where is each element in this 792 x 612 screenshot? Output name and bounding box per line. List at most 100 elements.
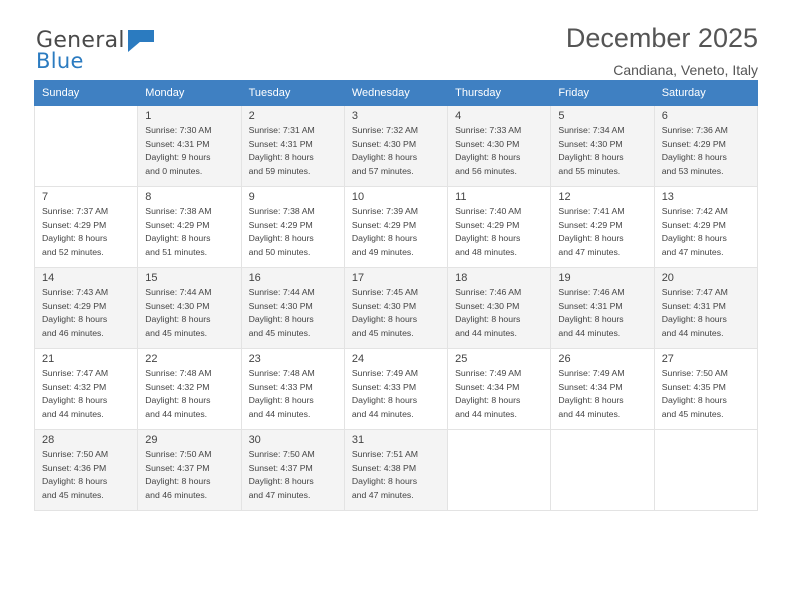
- day-detail-line: Sunset: 4:29 PM: [248, 219, 313, 230]
- calendar-day-cell[interactable]: 6 Sunrise: 7:36 AM Sunset: 4:29 PM Daylight…: [653, 105, 759, 187]
- day-detail-line: Sunrise: 7:44 AM: [248, 287, 315, 297]
- calendar-day-cell[interactable]: 28 Sunrise: 7:50 AM Sunset: 4:36 PM Dayligh…: [33, 429, 139, 511]
- day-detail-line: Sunset: 4:32 PM: [145, 381, 210, 392]
- calendar-day-cell[interactable]: 23 Sunrise: 7:48 AM Sunset: 4:33 PM Dayligh…: [240, 348, 345, 430]
- calendar-week-row: 1 Sunrise: 7:30 AM Sunset: 4:31 PM Daylight…: [33, 105, 759, 187]
- day-detail-line: Sunset: 4:29 PM: [351, 219, 417, 230]
- day-detail-line: Sunset: 4:29 PM: [42, 300, 107, 311]
- day-details: Sunrise: 7:38 AM Sunset: 4:29 PM Daylight:…: [138, 205, 240, 259]
- day-detail-line: Sunrise: 7:45 AM: [351, 287, 419, 297]
- calendar-day-cell[interactable]: 14 Sunrise: 7:43 AM Sunset: 4:29 PM Dayligh…: [33, 267, 139, 349]
- day-detail-line: and 46 minutes.: [42, 327, 104, 338]
- day-detail-line: and 44 minutes.: [558, 408, 621, 419]
- calendar-day-cell[interactable]: 26 Sunrise: 7:49 AM Sunset: 4:34 PM Dayligh…: [550, 348, 655, 430]
- day-detail-line: Sunset: 4:29 PM: [661, 219, 726, 230]
- day-detail-line: Sunrise: 7:37 AM: [42, 206, 109, 216]
- calendar-day-cell[interactable]: 19 Sunrise: 7:46 AM Sunset: 4:31 PM Dayligh…: [550, 267, 655, 349]
- day-detail-line: Sunset: 4:30 PM: [248, 300, 313, 311]
- day-detail-line: and 45 minutes.: [42, 489, 104, 500]
- calendar-day-cell[interactable]: 13 Sunrise: 7:42 AM Sunset: 4:29 PM Dayligh…: [653, 186, 759, 268]
- day-detail-line: Sunrise: 7:48 AM: [145, 368, 212, 378]
- day-detail-line: Daylight: 8 hours: [455, 314, 521, 325]
- calendar-week-row: 28 Sunrise: 7:50 AM Sunset: 4:36 PM Dayligh…: [33, 429, 759, 511]
- day-details: Sunrise: 7:49 AM Sunset: 4:34 PM Daylight:…: [551, 367, 653, 421]
- day-detail-line: Daylight: 8 hours: [558, 152, 624, 163]
- day-detail-line: and 50 minutes.: [248, 246, 311, 257]
- calendar-day-cell[interactable]: 18 Sunrise: 7:46 AM Sunset: 4:30 PM Dayligh…: [447, 267, 552, 349]
- day-detail-line: Sunset: 4:36 PM: [42, 462, 107, 473]
- calendar-day-cell[interactable]: 30 Sunrise: 7:50 AM Sunset: 4:37 PM Dayligh…: [240, 429, 345, 511]
- weekday-header-friday: Friday: [550, 80, 655, 106]
- calendar-day-cell[interactable]: 1 Sunrise: 7:30 AM Sunset: 4:31 PM Daylight…: [137, 105, 242, 187]
- day-details: Sunrise: 7:44 AM Sunset: 4:30 PM Daylight:…: [138, 286, 240, 340]
- day-detail-line: Sunset: 4:29 PM: [455, 219, 520, 230]
- day-detail-line: and 56 minutes.: [455, 165, 517, 176]
- day-detail-line: Sunset: 4:31 PM: [661, 300, 726, 311]
- calendar-day-cell[interactable]: 20 Sunrise: 7:47 AM Sunset: 4:31 PM Dayligh…: [653, 267, 759, 349]
- day-detail-line: Sunset: 4:31 PM: [248, 138, 313, 149]
- calendar-day-cell[interactable]: 21 Sunrise: 7:47 AM Sunset: 4:32 PM Dayligh…: [33, 348, 139, 430]
- day-number: 31: [351, 434, 365, 446]
- calendar-day-cell[interactable]: 29 Sunrise: 7:50 AM Sunset: 4:37 PM Dayligh…: [137, 429, 242, 511]
- day-detail-line: and 44 minutes.: [661, 327, 724, 338]
- calendar-day-cell[interactable]: 31 Sunrise: 7:51 AM Sunset: 4:38 PM Dayligh…: [343, 429, 449, 511]
- day-detail-line: Sunrise: 7:48 AM: [248, 368, 315, 378]
- day-details: Sunrise: 7:40 AM Sunset: 4:29 PM Daylight:…: [448, 205, 550, 259]
- day-detail-line: Daylight: 8 hours: [558, 395, 624, 406]
- day-number: 14: [42, 272, 55, 284]
- calendar-day-cell[interactable]: 16 Sunrise: 7:44 AM Sunset: 4:30 PM Dayligh…: [240, 267, 345, 349]
- calendar-day-cell[interactable]: 24 Sunrise: 7:49 AM Sunset: 4:33 PM Dayligh…: [343, 348, 449, 430]
- logo[interactable]: General Blue: [36, 28, 166, 80]
- day-number: 3: [351, 110, 358, 122]
- day-detail-line: Daylight: 8 hours: [248, 476, 314, 487]
- calendar-day-cell[interactable]: 17 Sunrise: 7:45 AM Sunset: 4:30 PM Dayligh…: [343, 267, 449, 349]
- day-detail-line: and 44 minutes.: [248, 408, 311, 419]
- calendar-day-cell[interactable]: 10 Sunrise: 7:39 AM Sunset: 4:29 PM Dayligh…: [343, 186, 449, 268]
- day-number: 10: [351, 191, 365, 203]
- calendar-day-cell[interactable]: 27 Sunrise: 7:50 AM Sunset: 4:35 PM Dayligh…: [653, 348, 759, 430]
- calendar-day-cell[interactable]: 15 Sunrise: 7:44 AM Sunset: 4:30 PM Dayligh…: [137, 267, 242, 349]
- day-number: 24: [351, 353, 365, 365]
- day-detail-line: Sunrise: 7:47 AM: [661, 287, 728, 297]
- weekday-header-thursday: Thursday: [447, 80, 552, 106]
- calendar-day-cell[interactable]: 12 Sunrise: 7:41 AM Sunset: 4:29 PM Dayligh…: [550, 186, 655, 268]
- calendar-page: General Blue December 2025 Candiana, Ven…: [0, 0, 792, 612]
- calendar-day-cell[interactable]: 25 Sunrise: 7:49 AM Sunset: 4:34 PM Dayligh…: [447, 348, 552, 430]
- day-detail-line: Daylight: 8 hours: [248, 395, 314, 406]
- calendar-day-cell[interactable]: 4 Sunrise: 7:33 AM Sunset: 4:30 PM Daylight…: [447, 105, 552, 187]
- calendar-day-cell[interactable]: 3 Sunrise: 7:32 AM Sunset: 4:30 PM Daylight…: [343, 105, 449, 187]
- day-detail-line: and 44 minutes.: [558, 327, 621, 338]
- calendar-day-cell[interactable]: 7 Sunrise: 7:37 AM Sunset: 4:29 PM Daylight…: [33, 186, 139, 268]
- calendar-week-row: 21 Sunrise: 7:47 AM Sunset: 4:32 PM Dayligh…: [33, 348, 759, 430]
- day-detail-line: and 44 minutes.: [455, 408, 517, 419]
- day-number: 25: [455, 353, 468, 365]
- calendar-day-cell[interactable]: 8 Sunrise: 7:38 AM Sunset: 4:29 PM Daylight…: [137, 186, 242, 268]
- day-detail-line: Sunset: 4:32 PM: [42, 381, 107, 392]
- calendar-empty-cell: [33, 105, 139, 187]
- calendar-day-cell[interactable]: 9 Sunrise: 7:38 AM Sunset: 4:29 PM Daylight…: [240, 186, 345, 268]
- day-number: 26: [558, 353, 571, 365]
- day-number: 7: [42, 191, 49, 203]
- day-number: 17: [351, 272, 365, 284]
- calendar-day-cell[interactable]: 22 Sunrise: 7:48 AM Sunset: 4:32 PM Dayligh…: [137, 348, 242, 430]
- location-subtitle: Candiana, Veneto, Italy: [613, 62, 758, 78]
- day-details: Sunrise: 7:46 AM Sunset: 4:31 PM Daylight:…: [551, 286, 653, 340]
- calendar-day-cell[interactable]: 2 Sunrise: 7:31 AM Sunset: 4:31 PM Daylight…: [240, 105, 345, 187]
- day-detail-line: Sunrise: 7:50 AM: [145, 449, 212, 459]
- day-number: 2: [248, 110, 255, 122]
- day-detail-line: Daylight: 8 hours: [558, 314, 624, 325]
- day-detail-line: Daylight: 8 hours: [248, 314, 314, 325]
- day-detail-line: Sunrise: 7:44 AM: [145, 287, 212, 297]
- day-details: Sunrise: 7:50 AM Sunset: 4:37 PM Daylight:…: [138, 448, 240, 502]
- day-detail-line: Sunset: 4:33 PM: [351, 381, 417, 392]
- calendar-day-cell[interactable]: 11 Sunrise: 7:40 AM Sunset: 4:29 PM Dayligh…: [447, 186, 552, 268]
- day-number: 11: [455, 191, 467, 203]
- day-details: Sunrise: 7:48 AM Sunset: 4:32 PM Daylight:…: [138, 367, 240, 421]
- day-detail-line: Sunrise: 7:47 AM: [42, 368, 109, 378]
- day-detail-line: and 45 minutes.: [248, 327, 311, 338]
- calendar-table: Sunday Monday Tuesday Wednesday Thursday…: [33, 80, 759, 511]
- day-details: Sunrise: 7:46 AM Sunset: 4:30 PM Daylight:…: [448, 286, 550, 340]
- calendar-day-cell[interactable]: 5 Sunrise: 7:34 AM Sunset: 4:30 PM Daylight…: [550, 105, 655, 187]
- day-detail-line: and 44 minutes.: [351, 408, 414, 419]
- day-detail-line: Daylight: 8 hours: [351, 395, 418, 406]
